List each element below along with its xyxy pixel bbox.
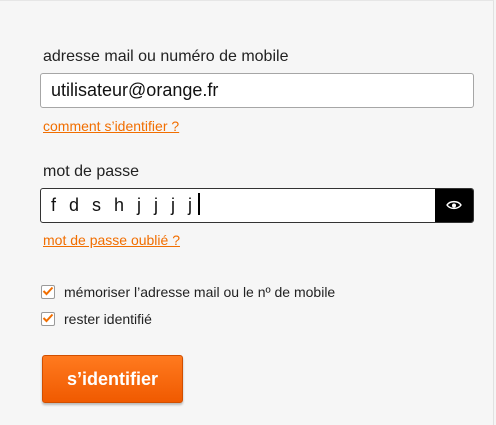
password-field[interactable]: f d s h j j j j xyxy=(40,188,474,223)
stay-logged-row: rester identifié xyxy=(41,310,152,328)
checkmark-icon xyxy=(42,310,54,328)
submit-label: s’identifier xyxy=(66,368,159,389)
checkmark-icon xyxy=(42,283,54,301)
forgot-password-link[interactable]: mot de passe oublié ? xyxy=(43,232,180,248)
show-password-button[interactable] xyxy=(435,189,473,222)
password-label: mot de passe xyxy=(43,163,140,180)
stay-logged-checkbox[interactable] xyxy=(41,312,55,326)
remember-checkbox[interactable] xyxy=(41,285,55,299)
email-label: adresse mail ou numéro de mobile xyxy=(43,48,289,65)
email-field[interactable]: utilisateur@orange.fr xyxy=(40,73,474,108)
login-panel: adresse mail ou numéro de mobile utilisa… xyxy=(0,0,494,425)
remember-label: mémoriser l’adresse mail ou le nº de mob… xyxy=(64,284,336,300)
eye-icon xyxy=(446,189,462,222)
remember-row: mémoriser l’adresse mail ou le nº de mob… xyxy=(41,283,335,301)
login-submit-button[interactable]: s’identifier xyxy=(42,355,183,403)
stay-logged-label: rester identifié xyxy=(64,311,152,327)
email-value: utilisateur@orange.fr xyxy=(51,80,219,100)
password-value: f d s h j j j j xyxy=(51,195,197,215)
text-caret xyxy=(198,193,201,215)
identify-help-link[interactable]: comment s’identifier ? xyxy=(43,118,179,134)
